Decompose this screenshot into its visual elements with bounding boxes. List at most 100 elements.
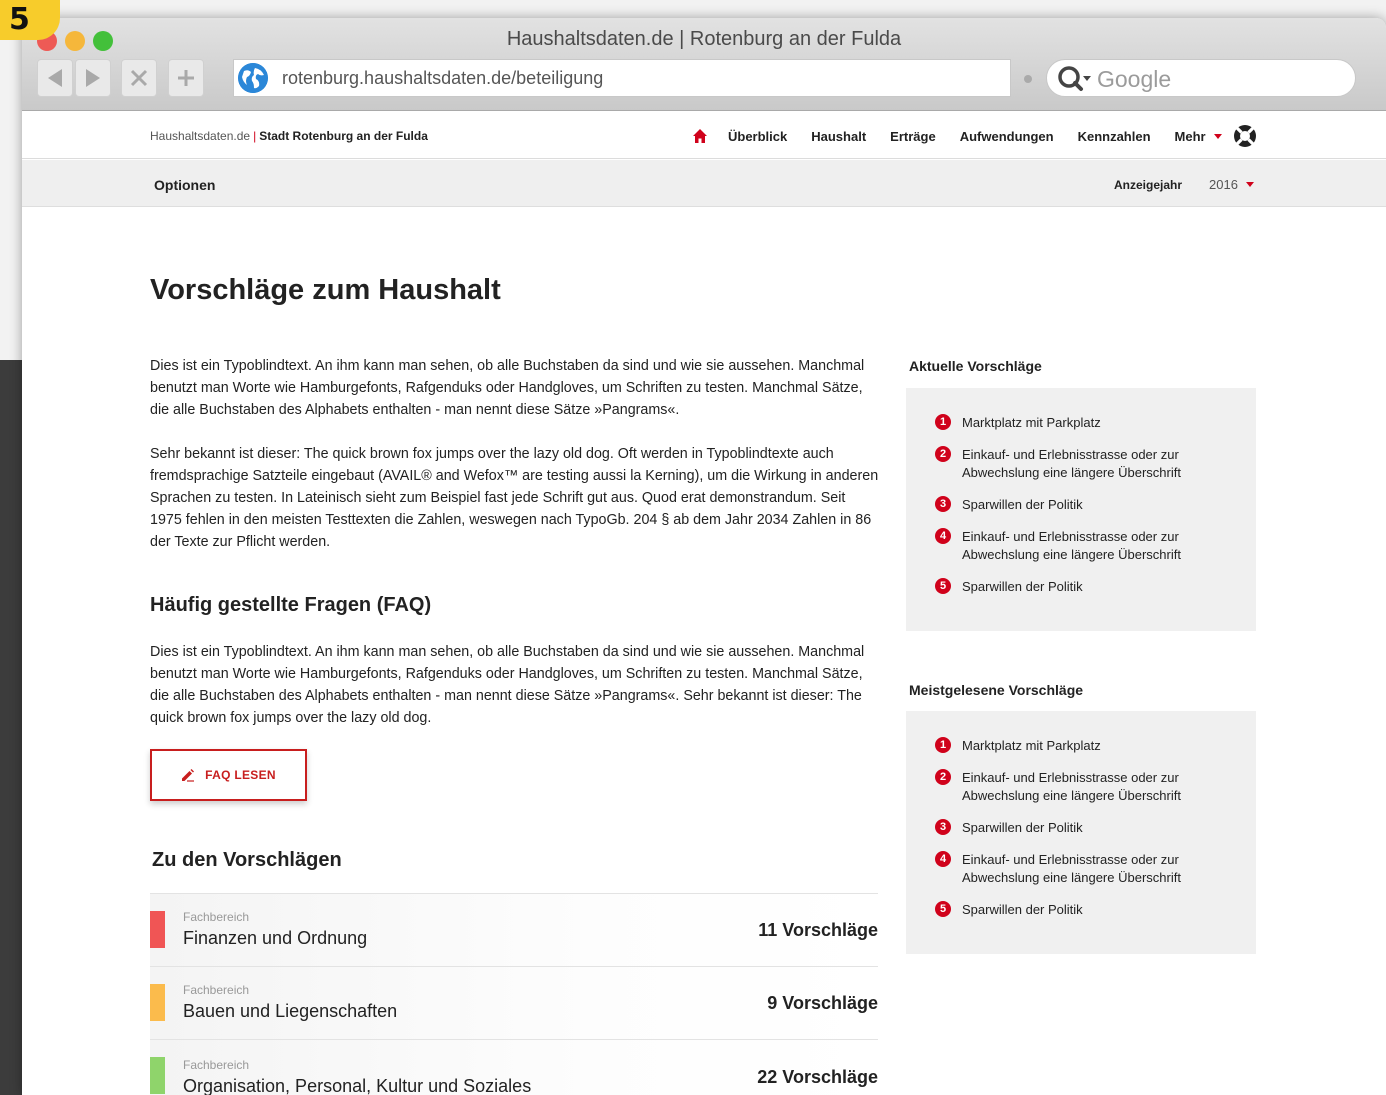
category-color-bar xyxy=(150,984,165,1021)
category-list: Fachbereich Finanzen und Ordnung 11 Vors… xyxy=(150,893,878,1095)
category-count: 9 Vorschläge xyxy=(767,993,878,1013)
chevron-down-icon xyxy=(1245,182,1254,187)
options-bar: Optionen Anzeigejahr 2016 xyxy=(22,160,1386,207)
nav-item-kennzahlen[interactable]: Kennzahlen xyxy=(1078,129,1151,144)
new-tab-button[interactable] xyxy=(168,59,204,97)
rank-badge: 3 xyxy=(935,496,951,512)
proposal-link: Marktplatz mit Parkplatz xyxy=(962,415,1101,430)
proposal-link: Sparwillen der Politik xyxy=(962,497,1083,512)
year-select[interactable]: 2016 xyxy=(1209,177,1254,192)
list-item[interactable]: 2 Einkauf- und Erlebnisstrasse oder zur A… xyxy=(935,446,1236,482)
list-item[interactable]: 1 Marktplatz mit Parkplatz xyxy=(935,414,1236,432)
proposal-link: Einkauf- und Erlebnisstrasse oder zur Ab… xyxy=(962,770,1181,803)
proposal-link: Sparwillen der Politik xyxy=(962,820,1083,835)
proposal-link: Einkauf- und Erlebnisstrasse oder zur Ab… xyxy=(962,529,1181,562)
options-toggle[interactable]: Optionen xyxy=(154,177,215,193)
proposal-link: Marktplatz mit Parkplatz xyxy=(962,738,1101,753)
list-item[interactable]: 4 Einkauf- und Erlebnisstrasse oder zur A… xyxy=(935,851,1236,887)
popular-proposals-heading: Meistgelesene Vorschläge xyxy=(909,682,1084,698)
nav-item-haushalt[interactable]: Haushalt xyxy=(811,129,866,144)
home-icon[interactable] xyxy=(692,128,708,144)
list-item[interactable]: 3 Sparwillen der Politik xyxy=(935,496,1236,514)
list-item[interactable]: 3 Sparwillen der Politik xyxy=(935,819,1236,837)
proposal-link: Sparwillen der Politik xyxy=(962,579,1083,594)
stop-button[interactable] xyxy=(121,59,157,97)
category-count: 22 Vorschläge xyxy=(757,1067,878,1087)
list-item[interactable]: 1 Marktplatz mit Parkplatz xyxy=(935,737,1236,755)
list-item[interactable]: 5 Sparwillen der Politik xyxy=(935,901,1236,919)
category-count: 11 Vorschläge xyxy=(758,920,878,940)
list-item[interactable]: 2 Einkauf- und Erlebnisstrasse oder zur A… xyxy=(935,769,1236,805)
browser-toolbar: Haushaltsdaten.de | Rotenburg an der Ful… xyxy=(22,18,1386,111)
brand-site-link[interactable]: Haushaltsdaten.de xyxy=(150,129,250,143)
faq-button-label: FAQ LESEN xyxy=(205,768,276,782)
plus-icon xyxy=(178,70,194,86)
nav-item-ueberblick[interactable]: Überblick xyxy=(728,129,787,144)
faq-heading: Häufig gestellte Fragen (FAQ) xyxy=(150,594,432,616)
category-name: Organisation, Personal, Kultur und Sozia… xyxy=(183,1076,532,1095)
main-navigation: Überblick Haushalt Erträge Aufwendungen … xyxy=(692,122,1246,150)
step-number-badge: 5 xyxy=(0,0,60,40)
rank-badge: 1 xyxy=(935,414,951,430)
category-color-bar xyxy=(150,911,165,948)
site-header: Haushaltsdaten.de | Stadt Rotenburg an der… xyxy=(22,112,1386,159)
nav-mehr-label: Mehr xyxy=(1174,128,1206,144)
rank-badge: 4 xyxy=(935,528,951,544)
category-name: Finanzen und Ordnung xyxy=(183,928,368,948)
close-icon xyxy=(130,69,148,87)
nav-item-ertraege[interactable]: Erträge xyxy=(890,129,936,144)
category-name: Bauen und Liegenschaften xyxy=(183,1001,398,1021)
rank-badge: 4 xyxy=(935,851,951,867)
rank-badge: 3 xyxy=(935,819,951,835)
faq-paragraph: Dies ist ein Typoblindtext. An ihm kann … xyxy=(150,644,865,726)
category-row-finanzen[interactable]: Fachbereich Finanzen und Ordnung 11 Vors… xyxy=(150,893,878,966)
proposal-link: Einkauf- und Erlebnisstrasse oder zur Ab… xyxy=(962,852,1181,885)
nav-item-mehr[interactable]: Mehr xyxy=(1175,129,1222,144)
intro-paragraph-2: Sehr bekannt ist dieser: The quick brown… xyxy=(150,446,879,550)
back-button[interactable] xyxy=(37,59,73,97)
category-row-organisation[interactable]: Fachbereich Organisation, Personal, Kult… xyxy=(150,1039,878,1095)
brand-city-link[interactable]: Stadt Rotenburg an der Fulda xyxy=(259,129,428,143)
rank-badge: 1 xyxy=(935,737,951,753)
popular-proposals-box: 1 Marktplatz mit Parkplatz 2 Einkauf- und … xyxy=(906,711,1256,954)
lifebuoy-help-icon[interactable] xyxy=(1233,124,1257,148)
nav-item-aufwendungen[interactable]: Aufwendungen xyxy=(960,129,1054,144)
list-item[interactable]: 4 Einkauf- und Erlebnisstrasse oder zur A… xyxy=(935,528,1236,564)
current-proposals-box: 1 Marktplatz mit Parkplatz 2 Einkauf- und … xyxy=(906,388,1256,631)
back-arrow-icon xyxy=(48,69,62,87)
search-icon xyxy=(1058,66,1091,91)
forward-arrow-icon xyxy=(86,69,100,87)
category-type-label: Fachbereich xyxy=(183,1058,250,1072)
globe-icon xyxy=(238,63,268,93)
rank-badge: 2 xyxy=(935,446,951,462)
year-label: Anzeigejahr xyxy=(1114,178,1183,192)
browser-search-field[interactable]: Google xyxy=(1046,59,1356,97)
separator-dot-icon xyxy=(1024,75,1032,83)
forward-button[interactable] xyxy=(75,59,111,97)
category-type-label: Fachbereich xyxy=(183,910,250,924)
address-bar[interactable]: rotenburg.haushaltsdaten.de/beteiligung xyxy=(233,59,1011,97)
page-title: Vorschläge zum Haushalt xyxy=(150,274,501,306)
proposals-heading: Zu den Vorschlägen xyxy=(152,849,342,871)
breadcrumb: Haushaltsdaten.de | Stadt Rotenburg an der… xyxy=(150,129,428,143)
browser-window: Haushaltsdaten.de | Rotenburg an der Ful… xyxy=(22,18,1386,1095)
year-value: 2016 xyxy=(1209,177,1238,192)
brand-separator: | xyxy=(253,129,257,143)
current-proposals-heading: Aktuelle Vorschläge xyxy=(909,358,1042,374)
proposal-link: Sparwillen der Politik xyxy=(962,902,1083,917)
url-text: rotenburg.haushaltsdaten.de/beteiligung xyxy=(282,68,604,88)
rank-badge: 5 xyxy=(935,901,951,917)
pencil-icon xyxy=(182,769,195,782)
intro-paragraph-1: Dies ist ein Typoblindtext. An ihm kann … xyxy=(150,358,865,418)
window-title: Haushaltsdaten.de | Rotenburg an der Ful… xyxy=(506,28,902,50)
chevron-down-icon xyxy=(1213,133,1222,139)
category-type-label: Fachbereich xyxy=(183,983,250,997)
proposal-link: Einkauf- und Erlebnisstrasse oder zur Ab… xyxy=(962,447,1181,480)
list-item[interactable]: 5 Sparwillen der Politik xyxy=(935,578,1236,596)
category-color-bar xyxy=(150,1057,165,1094)
faq-read-button[interactable]: FAQ LESEN xyxy=(150,749,307,801)
rank-badge: 2 xyxy=(935,769,951,785)
rank-badge: 5 xyxy=(935,578,951,594)
category-row-bauen[interactable]: Fachbereich Bauen und Liegenschaften 9 V… xyxy=(150,966,878,1039)
search-placeholder: Google xyxy=(1097,66,1172,92)
